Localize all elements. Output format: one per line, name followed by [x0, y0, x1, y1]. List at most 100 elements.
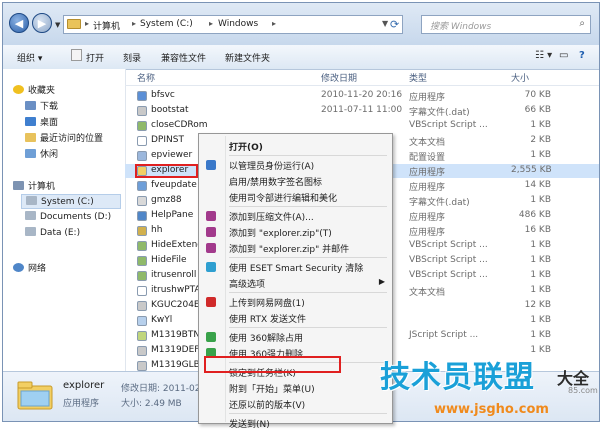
column-header-name[interactable]: 名称: [137, 71, 155, 84]
context-menu-item[interactable]: 启用/禁用数字签名图标: [202, 173, 389, 189]
file-row[interactable]: bootstat 2011-07-11 11:00 字幕文件(.dat) 66 KB: [125, 104, 599, 118]
preview-pane-icon[interactable]: ▭: [559, 50, 568, 61]
context-menu-item-label: 添加到 "explorer.zip" 并邮件: [229, 245, 350, 255]
file-icon: [137, 346, 147, 356]
context-menu-item[interactable]: 使用 RTX 发送文件: [202, 310, 389, 326]
address-bar[interactable]: ▸ 计算机 ▸ System (C:) ▸ Windows ▸ ▼ ⟳: [63, 15, 403, 34]
column-header-size[interactable]: 大小: [511, 71, 529, 84]
file-type: 字幕文件(.dat): [409, 198, 470, 208]
highlight-explorer-file: [135, 164, 198, 178]
unlock-icon: [206, 332, 216, 342]
file-type: VBScript Script ...: [409, 240, 488, 250]
sidebar-item-label: 计算机: [28, 182, 56, 192]
watermark-url: www.jsgho.com: [434, 402, 549, 417]
sidebar-item-leisure[interactable]: 休闲: [25, 147, 58, 160]
file-size: 1 KB: [530, 120, 551, 130]
history-dropdown-icon[interactable]: ▼: [55, 21, 60, 29]
menu-separator: [229, 292, 387, 293]
file-type: 应用程序: [409, 228, 446, 238]
chevron-right-icon[interactable]: ▸: [85, 19, 89, 28]
breadcrumb-windows[interactable]: Windows: [218, 19, 258, 29]
organize-button[interactable]: 组织 ▾: [17, 51, 42, 64]
file-type: VBScript Script ...: [409, 255, 488, 265]
search-input[interactable]: 搜索 Windows ⌕: [421, 15, 591, 34]
new-folder-button[interactable]: 新建文件夹: [225, 51, 270, 64]
context-menu-item[interactable]: 使用 ESET Smart Security 清除: [202, 259, 389, 275]
search-placeholder: 搜索 Windows: [430, 22, 492, 32]
breadcrumb-system-c[interactable]: System (C:): [140, 19, 193, 29]
sidebar-item-downloads[interactable]: 下载: [25, 99, 58, 112]
context-menu-item-label: 启用/禁用数字签名图标: [229, 178, 323, 188]
open-button[interactable]: 打开: [86, 51, 104, 64]
file-date: 2010-11-20 20:16: [321, 90, 403, 100]
context-menu-item-label: 附到「开始」菜单(U): [229, 385, 315, 395]
breadcrumb-computer[interactable]: 计算机: [93, 19, 120, 32]
eset-icon: [206, 262, 216, 272]
file-type: 文本文档: [409, 138, 446, 148]
compatibility-files-button[interactable]: 兼容性文件: [161, 51, 206, 64]
sidebar-item-label: 休闲: [40, 150, 59, 160]
context-menu-item-label: 还原以前的版本(V): [229, 401, 306, 411]
context-menu-item[interactable]: 使用 360解除占用: [202, 329, 389, 345]
chevron-right-icon[interactable]: ▸: [272, 19, 276, 28]
sidebar-item-label: Documents (D:): [40, 212, 112, 222]
context-menu-item[interactable]: 以管理员身份运行(A): [202, 157, 389, 173]
burn-button[interactable]: 刻录: [123, 51, 141, 64]
archive-icon: [206, 211, 216, 221]
context-menu: 打开(O) 以管理员身份运行(A) 启用/禁用数字签名图标 使用司令部进行编辑和美化添…: [198, 133, 393, 430]
file-type: 应用程序: [409, 93, 446, 103]
details-type: 应用程序: [63, 399, 100, 409]
sidebar-item-favorites[interactable]: 收藏夹: [13, 83, 55, 96]
chevron-right-icon[interactable]: ▸: [132, 19, 136, 28]
sidebar-item-label: 桌面: [40, 118, 59, 128]
sidebar-item-data-e[interactable]: Data (E:): [25, 227, 80, 238]
sidebar-item-computer[interactable]: 计算机: [13, 179, 55, 192]
sidebar-item-network[interactable]: 网络: [13, 261, 46, 274]
context-menu-item[interactable]: 添加到 "explorer.zip"(T): [202, 224, 389, 240]
file-type: 应用程序: [409, 168, 446, 178]
sidebar-item-desktop[interactable]: 桌面: [25, 115, 58, 128]
refresh-icon[interactable]: ⟳: [390, 18, 399, 31]
desktop-icon: [25, 117, 36, 126]
file-icon: [137, 91, 147, 101]
chevron-down-icon[interactable]: ▼: [382, 19, 388, 28]
sidebar-item-system-c[interactable]: System (C:): [21, 194, 121, 209]
file-icon: [137, 331, 147, 341]
sidebar-item-documents-d[interactable]: Documents (D:): [25, 211, 111, 222]
column-header-date[interactable]: 修改日期: [321, 71, 357, 84]
menu-separator: [229, 155, 387, 156]
file-name: epviewer: [151, 150, 193, 160]
file-icon: [137, 106, 147, 116]
help-icon[interactable]: ?: [579, 50, 585, 61]
context-menu-item[interactable]: 附到「开始」菜单(U): [202, 380, 389, 396]
sidebar-item-label: Data (E:): [40, 228, 81, 238]
context-menu-item[interactable]: 高级选项 ▶: [202, 275, 389, 291]
context-menu-item[interactable]: 添加到压缩文件(A)...: [202, 208, 389, 224]
context-menu-item[interactable]: 使用司令部进行编辑和美化: [202, 189, 389, 205]
context-menu-item[interactable]: 还原以前的版本(V): [202, 396, 389, 412]
context-menu-item[interactable]: 打开(O): [202, 138, 389, 154]
forward-button[interactable]: ▶: [32, 13, 52, 33]
context-menu-item[interactable]: 上传到网易网盘(1): [202, 294, 389, 310]
search-icon[interactable]: ⌕: [579, 18, 585, 29]
folder-icon: [67, 19, 81, 29]
chevron-right-icon[interactable]: ▸: [209, 19, 213, 28]
command-bar: 组织 ▾ 打开 刻录 兼容性文件 新建文件夹 ☷ ▾ ▭ ?: [3, 45, 599, 70]
file-size: 1 KB: [530, 330, 551, 340]
file-row[interactable]: bfsvc 2010-11-20 20:16 应用程序 70 KB: [125, 89, 599, 103]
file-size: 14 KB: [524, 180, 551, 190]
sidebar-item-recent[interactable]: 最近访问的位置: [25, 131, 103, 144]
context-menu-item[interactable]: 添加到 "explorer.zip" 并邮件: [202, 240, 389, 256]
header-divider: [125, 85, 599, 86]
file-name: fveupdate: [151, 180, 197, 190]
back-button[interactable]: ◀: [9, 13, 29, 33]
file-icon: [137, 211, 147, 221]
context-menu-item[interactable]: 发送到(N): [202, 415, 389, 431]
file-icon: [137, 136, 147, 146]
view-options-icon[interactable]: ☷ ▾: [535, 50, 552, 61]
column-header-type[interactable]: 类型: [409, 71, 427, 84]
file-name: hh: [151, 225, 163, 235]
file-size: 1 KB: [530, 150, 551, 160]
file-row[interactable]: closeCDRom VBScript Script ... 1 KB: [125, 119, 599, 133]
file-size: 1 KB: [530, 255, 551, 265]
